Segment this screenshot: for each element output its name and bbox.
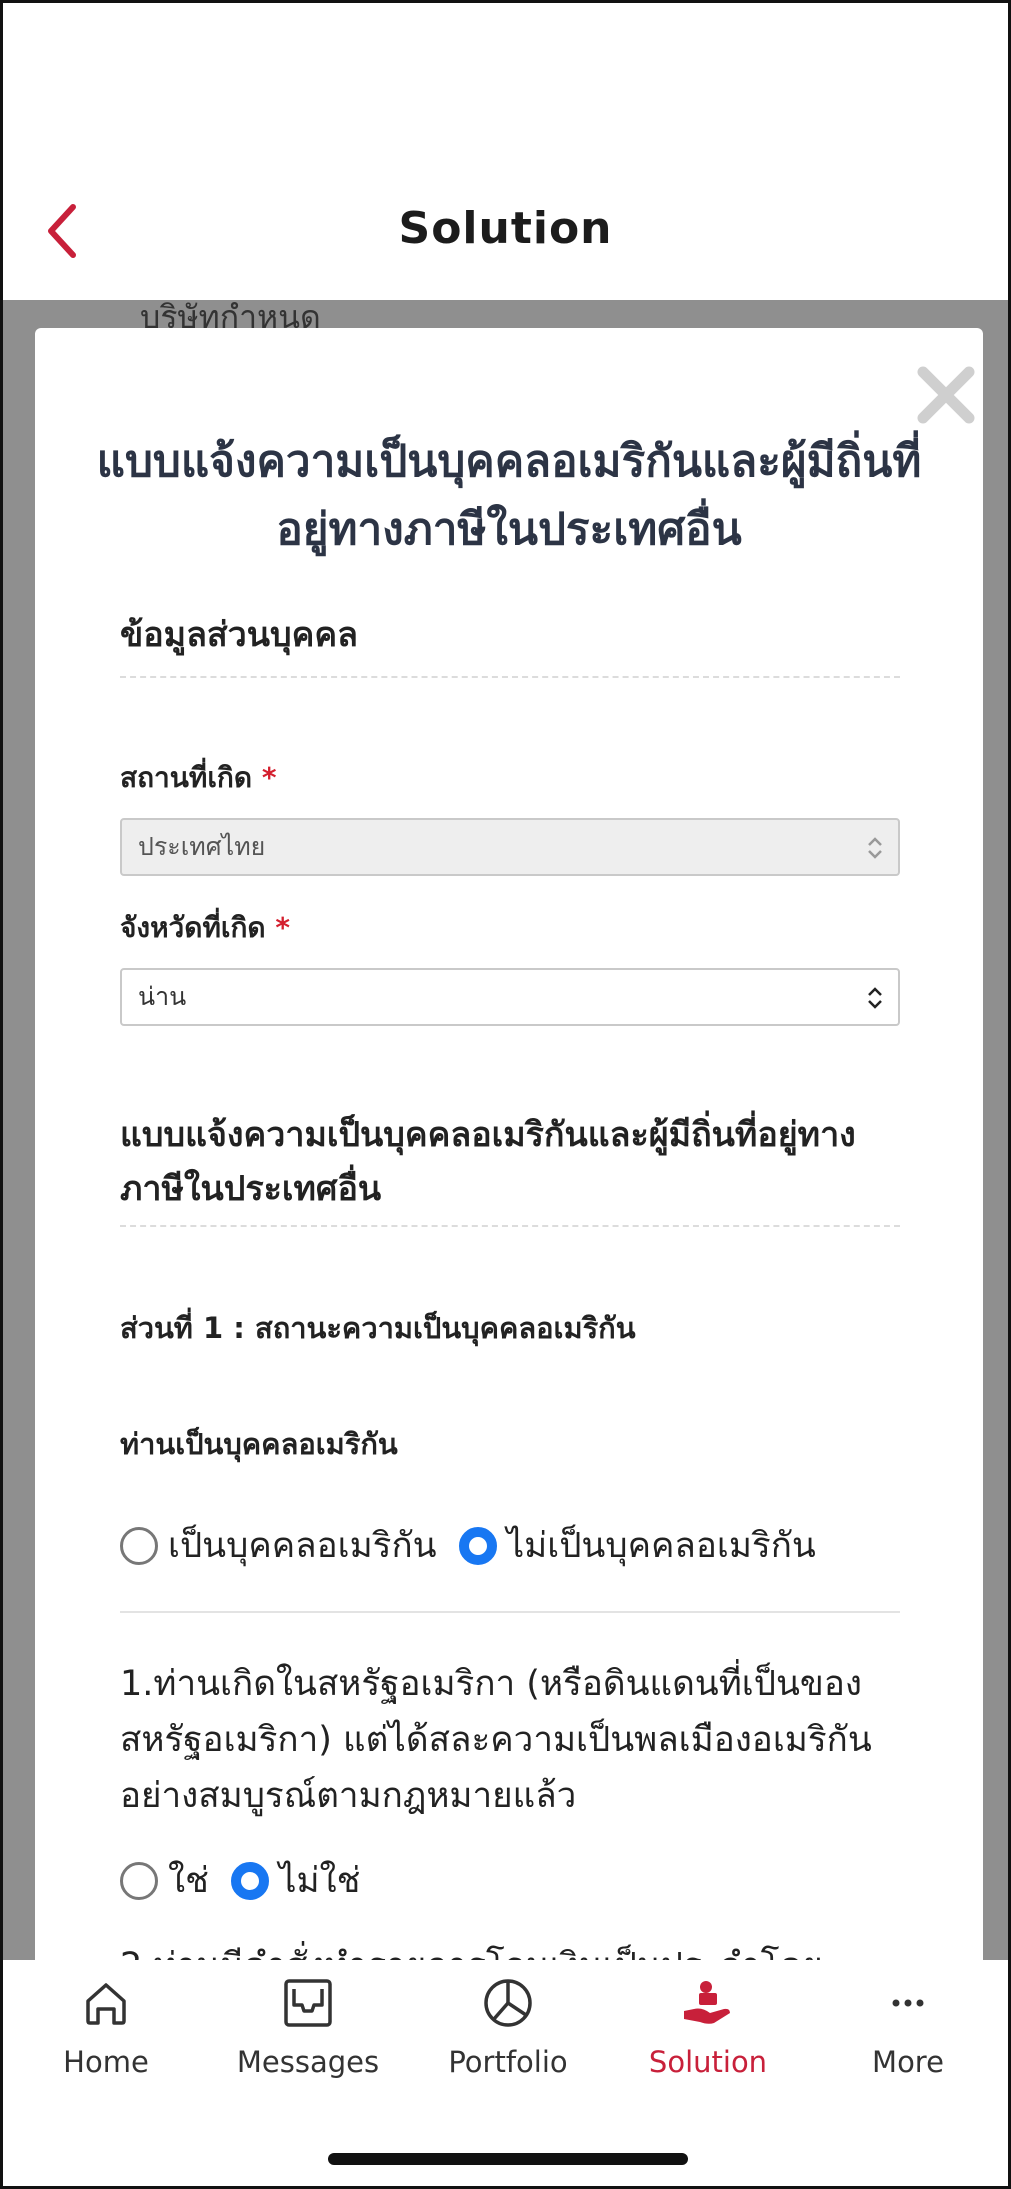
page-title: Solution [398,203,613,254]
select-caret-icon [868,837,882,859]
radio-checked-icon [230,1861,269,1900]
personal-info-heading: ข้อมูลส่วนบุคคล [120,615,358,655]
radio-checked-icon [458,1526,497,1565]
radio-option-us-person[interactable]: เป็นบุคคลอเมริกัน [120,1518,437,1573]
fatca-form-modal: แบบแจ้งความเป็นบุคคลอเมริกันและผู้มีถิ่น… [35,328,983,1988]
birth-place-select[interactable]: ประเทศไทย [120,818,900,876]
section-divider [120,1611,900,1613]
required-marker: * [261,761,277,794]
birth-province-value: น่าน [138,982,187,1011]
birth-place-value: ประเทศไทย [138,832,266,861]
portfolio-icon [484,1979,532,2027]
section-divider [120,1225,900,1227]
more-icon [892,1999,924,2007]
nav-item-solution[interactable]: Solution [618,1975,798,2079]
birth-province-label: จังหวัดที่เกิด * [120,911,291,944]
radio-unchecked-icon [120,1526,158,1565]
us-person-radio-group: เป็นบุคคลอเมริกัน ไม่เป็นบุคคลอเมริกัน [120,1518,838,1573]
radio-unchecked-icon [120,1861,158,1900]
section-divider [120,676,900,678]
birth-place-label: สถานที่เกิด * [120,761,277,794]
app-header: Solution [3,3,1008,300]
birth-province-select[interactable]: น่าน [120,968,900,1026]
home-icon [86,1983,126,2025]
question-1-text: 1.ท่านเกิดในสหรัฐอเมริกา (หรือดินแดนที่เ… [120,1664,872,1816]
nav-item-home[interactable]: Home [16,1975,196,2079]
phone-screen: Solution บริษัทกำหนด แบบแจ้งความเป็นบุคค… [0,0,1011,2189]
nav-item-messages[interactable]: Messages [218,1975,398,2079]
nav-item-portfolio[interactable]: Portfolio [418,1975,598,2079]
radio-option-no[interactable]: ไม่ใช่ [230,1853,360,1908]
radio-option-not-us-person[interactable]: ไม่เป็นบุคคลอเมริกัน [458,1518,816,1573]
solution-icon [684,1981,730,2024]
nav-item-more[interactable]: More [818,1975,998,2079]
required-marker: * [275,911,291,944]
us-person-question: ท่านเป็นบุคคลอเมริกัน [120,1427,398,1461]
part1-heading: ส่วนที่ 1 : สถานะความเป็นบุคคลอเมริกัน [120,1311,636,1345]
question-1-radio-group: ใช่ ไม่ใช่ [120,1853,382,1908]
close-icon[interactable] [915,364,977,426]
modal-title: แบบแจ้งความเป็นบุคคลอเมริกันและผู้มีถิ่น… [96,436,922,555]
fatca-form-heading: แบบแจ้งความเป็นบุคคลอเมริกันและผู้มีถิ่น… [120,1115,856,1209]
radio-option-yes[interactable]: ใช่ [120,1853,209,1908]
select-caret-icon [868,987,882,1009]
messages-icon [284,1979,332,2027]
home-indicator [328,2153,688,2165]
